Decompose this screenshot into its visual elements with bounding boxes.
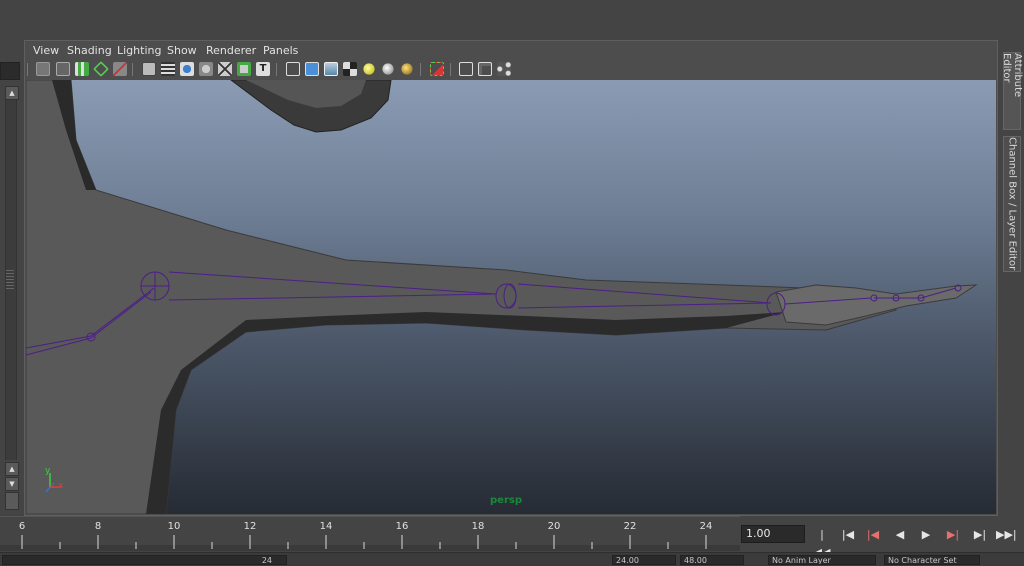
- text-overlay-icon[interactable]: T: [256, 62, 270, 76]
- timeline-tick-label: 16: [395, 521, 409, 532]
- gate-mask-icon[interactable]: [180, 62, 194, 76]
- step-back-icon[interactable]: |◀: [838, 526, 858, 544]
- left-panel-field[interactable]: [0, 62, 20, 80]
- film-gate-icon[interactable]: [142, 62, 156, 76]
- time-slider[interactable]: 6 8 10 12 14 16 18 20 22 24: [0, 516, 740, 551]
- smooth-shade-icon[interactable]: [305, 62, 319, 76]
- toolbar-separator: [276, 63, 277, 76]
- toolbar-separator: [27, 63, 28, 76]
- tab-channel-box[interactable]: Channel Box / Layer Editor: [1003, 136, 1021, 272]
- timeline-tick-label: 14: [319, 521, 333, 532]
- shadows-icon[interactable]: [401, 63, 413, 75]
- right-tab-strip: Attribute Editor Channel Box / Layer Edi…: [998, 40, 1024, 516]
- timeline-tick-label: 10: [167, 521, 181, 532]
- timeline-tick-label: 6: [18, 521, 26, 532]
- shelf-area: [0, 0, 1024, 41]
- menu-renderer[interactable]: Renderer: [206, 44, 256, 57]
- field-chart-icon[interactable]: [199, 62, 213, 76]
- timeline-tick-label: 20: [547, 521, 561, 532]
- viewport-persp[interactable]: y z x persp: [26, 80, 996, 514]
- textured-icon[interactable]: [343, 62, 357, 76]
- xray-active-components-icon[interactable]: [478, 62, 492, 76]
- playback-end-field[interactable]: 24: [2, 555, 287, 565]
- play-backward-icon[interactable]: ◀: [890, 526, 910, 544]
- scroll-corner: [5, 492, 19, 510]
- xray-icon[interactable]: [459, 62, 473, 76]
- menu-view[interactable]: View: [33, 44, 59, 57]
- step-forward-icon[interactable]: ▶|: [970, 526, 990, 544]
- panel-resize-handle[interactable]: [6, 270, 14, 290]
- toolbar-separator: [420, 63, 421, 76]
- go-to-start-icon[interactable]: |◀◀: [812, 526, 832, 559]
- bookmark-icon[interactable]: [75, 62, 89, 76]
- axis-x-label: x: [58, 481, 64, 491]
- image-plane-icon[interactable]: [93, 61, 109, 77]
- play-forward-icon[interactable]: ▶: [916, 526, 936, 544]
- range-end-field[interactable]: 48.00: [680, 555, 744, 565]
- range-start-field[interactable]: 24.00: [612, 555, 676, 565]
- timeline-tick-label: 12: [243, 521, 257, 532]
- menu-shading[interactable]: Shading: [67, 44, 112, 57]
- isolate-select-icon[interactable]: [430, 62, 444, 76]
- step-back-key-icon[interactable]: |◀: [863, 526, 883, 544]
- camera-label: persp: [490, 495, 522, 506]
- toolbar-separator: [132, 63, 133, 76]
- grid-icon[interactable]: [113, 62, 127, 76]
- step-forward-key-icon[interactable]: ▶|: [943, 526, 963, 544]
- scroll-up-button[interactable]: ▲: [5, 86, 19, 100]
- resolution-gate-icon[interactable]: [161, 62, 175, 76]
- timeline-tick-label: 18: [471, 521, 485, 532]
- panel-toolbar: T: [26, 60, 996, 80]
- camera-attributes-icon[interactable]: [56, 62, 70, 76]
- character-set-dropdown[interactable]: No Character Set: [884, 555, 980, 565]
- scroll-up-button-lower[interactable]: ▲: [5, 462, 19, 476]
- current-frame-field[interactable]: 1.00: [741, 525, 805, 543]
- menu-panels[interactable]: Panels: [263, 44, 298, 57]
- viewport-scene: y z x: [26, 80, 978, 514]
- timeline-tick-label: 8: [94, 521, 102, 532]
- body-mesh-shadow-lower: [146, 312, 786, 514]
- select-camera-icon[interactable]: [36, 62, 50, 76]
- safe-title-icon[interactable]: [237, 62, 251, 76]
- timeline-tick-label: 22: [623, 521, 637, 532]
- safe-action-icon[interactable]: [218, 62, 232, 76]
- panel-menu-bar: View Shading Lighting Show Renderer Pane…: [26, 42, 996, 60]
- xray-joints-icon[interactable]: [497, 62, 511, 76]
- axis-z-label: z: [50, 481, 55, 491]
- timeline-tick-label: 24: [699, 521, 713, 532]
- menu-show[interactable]: Show: [167, 44, 197, 57]
- axis-y-label: y: [45, 466, 51, 476]
- menu-lighting[interactable]: Lighting: [117, 44, 161, 57]
- scroll-down-button[interactable]: ▼: [5, 477, 19, 491]
- anim-layer-dropdown[interactable]: No Anim Layer: [768, 555, 876, 565]
- go-to-end-icon[interactable]: ▶▶|: [996, 526, 1017, 544]
- toolbar-separator: [450, 63, 451, 76]
- default-lighting-icon[interactable]: [363, 63, 375, 75]
- wireframe-icon[interactable]: [286, 62, 300, 76]
- all-lights-icon[interactable]: [382, 63, 394, 75]
- wireframe-on-shaded-icon[interactable]: [324, 62, 338, 76]
- tab-attribute-editor[interactable]: Attribute Editor: [1001, 52, 1023, 130]
